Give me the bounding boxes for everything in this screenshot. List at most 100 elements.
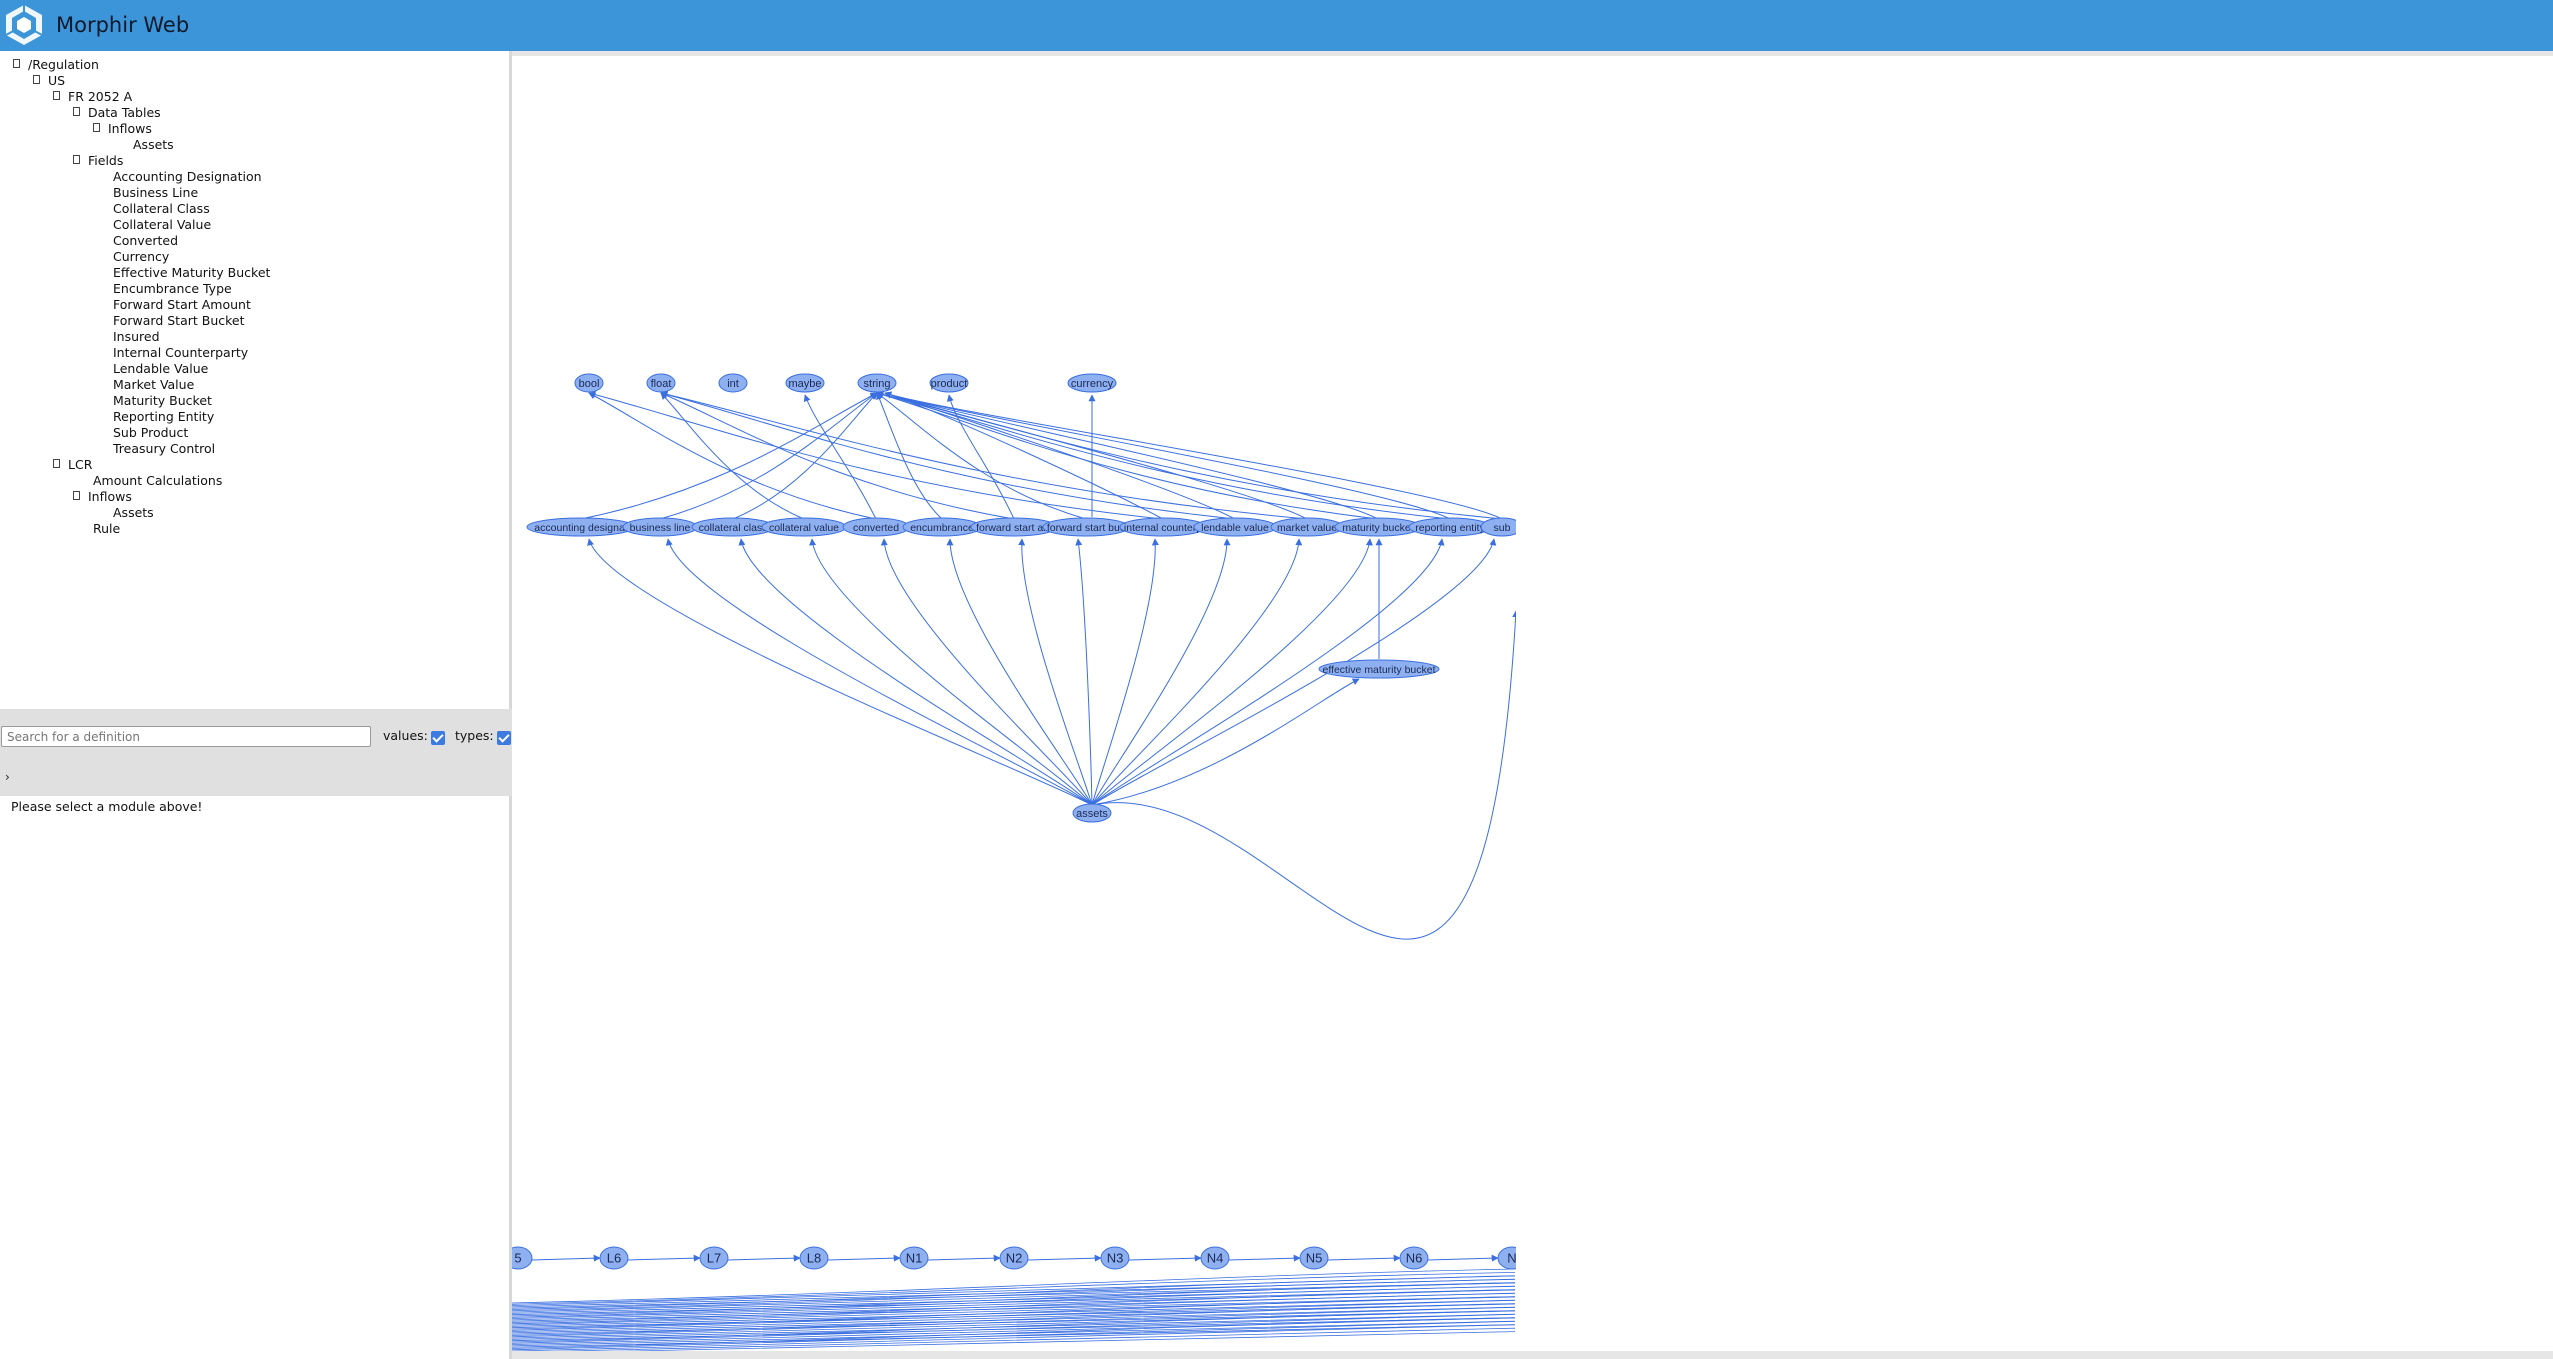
collapse-toggle-icon[interactable]	[73, 107, 80, 116]
search-toolbar: values: types:	[0, 709, 512, 796]
graph-viewport-mask	[1516, 51, 2553, 1359]
chain-node[interactable]: L8	[799, 1246, 829, 1270]
collapse-toggle-icon[interactable]	[13, 59, 20, 68]
graph-edge	[884, 391, 1236, 520]
values-checkbox[interactable]	[431, 731, 445, 745]
tree-item-fields[interactable]: Fields	[73, 153, 123, 169]
graph-edge	[587, 538, 1093, 806]
graph-edge	[531, 1254, 601, 1262]
tree-item-field[interactable]: Effective Maturity Bucket	[113, 265, 270, 281]
tree-item-field[interactable]: Internal Counterparty	[113, 345, 248, 361]
field-node[interactable]: maturity bucket	[1334, 517, 1422, 537]
node-assets[interactable]: assets	[1072, 803, 1112, 823]
tree-item-assets[interactable]: Assets	[133, 137, 174, 153]
field-label: Converted	[113, 233, 179, 248]
type-node-float[interactable]: float	[646, 373, 676, 393]
search-input[interactable]	[1, 726, 371, 747]
chain-node[interactable]: N4	[1200, 1246, 1230, 1270]
svg-text:N2: N2	[1006, 1251, 1023, 1266]
field-node[interactable]: accounting designat	[526, 517, 636, 537]
tree-item-data-tables[interactable]: Data Tables	[73, 105, 161, 121]
chain-node[interactable]: N5	[1299, 1246, 1329, 1270]
tree-item-field[interactable]: Collateral Class	[113, 201, 210, 217]
svg-text:N: N	[1507, 1251, 1516, 1266]
field-node[interactable]: market value	[1270, 517, 1344, 537]
tree-item-lcr-assets[interactable]: Assets	[113, 505, 154, 521]
tree-item-field[interactable]: Forward Start Bucket	[113, 313, 245, 329]
type-node-product[interactable]: product	[929, 373, 969, 393]
svg-text:N3: N3	[1107, 1251, 1124, 1266]
field-node[interactable]: collateral value	[761, 517, 847, 537]
chain-node[interactable]: L6	[599, 1246, 629, 1270]
svg-text:lendable value: lendable value	[1201, 522, 1269, 534]
field-node[interactable]: reporting entity	[1408, 517, 1492, 537]
tree-item-field[interactable]: Accounting Designation	[113, 169, 262, 185]
type-node-maybe[interactable]: maybe	[785, 373, 825, 393]
field-node[interactable]: lendable value	[1193, 517, 1277, 537]
tree-item-field[interactable]: Encumbrance Type	[113, 281, 232, 297]
field-node[interactable]: internal counterp	[1119, 517, 1207, 537]
graph-edge	[880, 538, 1093, 806]
dependency-graph[interactable]: bool float int maybe string product currency ac…	[512, 51, 2553, 1359]
type-node-currency[interactable]: currency	[1067, 373, 1117, 393]
tree-item-field[interactable]: Treasury Control	[113, 441, 215, 457]
collapse-toggle-icon[interactable]	[73, 491, 80, 500]
tree-item-field[interactable]: Insured	[113, 329, 160, 345]
collapse-toggle-icon[interactable]	[53, 459, 60, 468]
tree-item-inflows[interactable]: Inflows	[93, 121, 152, 137]
tree-item-field[interactable]: Converted	[113, 233, 178, 249]
tree-item-lcr[interactable]: LCR	[53, 457, 92, 473]
tree-item-field[interactable]: Business Line	[113, 185, 198, 201]
types-checkbox[interactable]	[497, 731, 511, 745]
chain-node[interactable]: L7	[699, 1246, 729, 1270]
svg-text:currency: currency	[1071, 378, 1114, 390]
field-node[interactable]: business line	[622, 517, 698, 537]
app-header: Morphir Web	[0, 0, 2553, 51]
graph-edge	[1228, 1254, 1301, 1262]
svg-text:forward start buc: forward start buc	[1047, 522, 1125, 534]
tree-item-rule[interactable]: Rule	[93, 521, 120, 537]
collapse-toggle-icon[interactable]	[33, 75, 40, 84]
tree-item-field[interactable]: Sub Product	[113, 425, 188, 441]
svg-text:N5: N5	[1306, 1251, 1323, 1266]
collapse-toggle-icon[interactable]	[73, 155, 80, 164]
graph-edge	[1128, 1254, 1202, 1262]
chain-node[interactable]: N2	[999, 1246, 1029, 1270]
tree-item-field[interactable]: Reporting Entity	[113, 409, 214, 425]
chain-node[interactable]: N3	[1100, 1246, 1130, 1270]
expand-chevron-icon[interactable]: ›	[5, 770, 10, 784]
chain-node[interactable]: N6	[1399, 1246, 1429, 1270]
tree-item-fr2052a[interactable]: FR 2052 A	[53, 89, 132, 105]
field-node[interactable]: encumbrance	[902, 517, 982, 537]
tree-item-field[interactable]: Forward Start Amount	[113, 297, 251, 313]
svg-text:product: product	[931, 378, 968, 390]
tree-item-lcr-inflows[interactable]: Inflows	[73, 489, 132, 505]
collapse-toggle-icon[interactable]	[53, 91, 60, 100]
chain-node[interactable]: N1	[899, 1246, 929, 1270]
collapse-toggle-icon[interactable]	[93, 123, 100, 132]
node-effective-maturity-bucket[interactable]: effective maturity bucket	[1318, 659, 1440, 679]
svg-text:collateral value: collateral value	[769, 522, 839, 534]
field-node[interactable]: converted	[842, 517, 910, 537]
tree-item-field[interactable]: Currency	[113, 249, 169, 265]
graph-edge	[1091, 538, 1303, 806]
tree-item-amount-calculations[interactable]: Amount Calculations	[93, 473, 222, 489]
type-node-bool[interactable]: bool	[574, 373, 604, 393]
svg-text:L8: L8	[807, 1251, 821, 1266]
tree-item-field[interactable]: Market Value	[113, 377, 194, 393]
field-node[interactable]: forward start buc	[1042, 517, 1130, 537]
tree-item-regulation[interactable]: /Regulation	[13, 57, 99, 73]
svg-text:int: int	[727, 378, 739, 390]
graph-edge	[1327, 1254, 1401, 1262]
tree-item-field[interactable]: Maturity Bucket	[113, 393, 212, 409]
tree-item-field[interactable]: Collateral Value	[113, 217, 211, 233]
graph-scrollbar-track[interactable]	[512, 1351, 2553, 1359]
svg-text:business line: business line	[630, 522, 691, 534]
type-node-string[interactable]: string	[857, 373, 897, 393]
chain-node[interactable]: 5	[512, 1246, 533, 1270]
graph-edge	[588, 392, 877, 520]
tree-item-field[interactable]: Lendable Value	[113, 361, 208, 377]
type-node-int[interactable]: int	[718, 373, 748, 393]
tree-item-us[interactable]: US	[33, 73, 65, 89]
graph-edge	[827, 1254, 901, 1262]
